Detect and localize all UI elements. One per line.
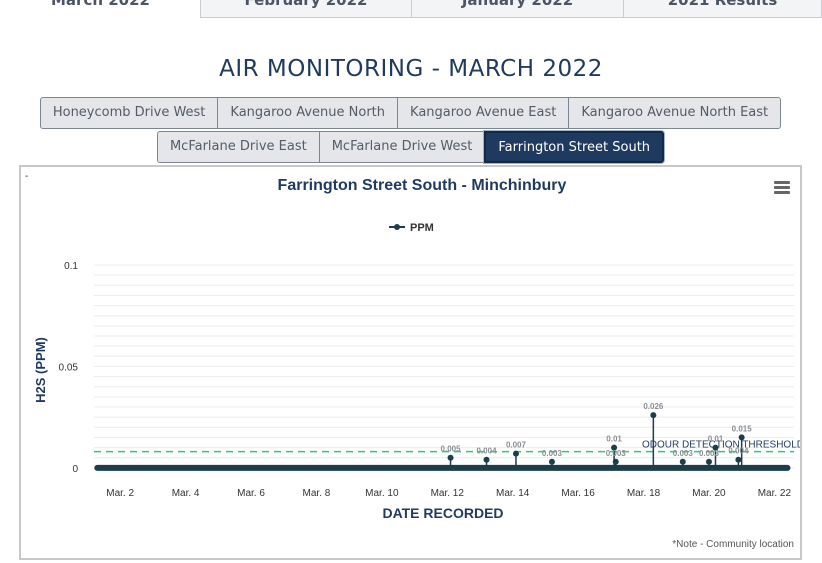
x-tick-label: Mar. 4 bbox=[172, 488, 200, 499]
chart-corner-mark: - bbox=[25, 171, 29, 182]
data-label: 0.01 bbox=[606, 435, 622, 444]
x-tick-label: Mar. 12 bbox=[431, 488, 465, 499]
location-button-row-2: McFarlane Drive East McFarlane Drive Wes… bbox=[0, 131, 822, 163]
data-point[interactable] bbox=[612, 458, 619, 465]
data-point[interactable] bbox=[705, 458, 712, 465]
h2s-chart: 0 0.05 0.1 Mar. 2 Mar. 4 Mar. 6 Mar. 8 Mar. 10 M… bbox=[33, 177, 804, 550]
data-label: 0.003 bbox=[673, 449, 694, 458]
page-title: AIR MONITORING - MARCH 2022 bbox=[219, 56, 603, 82]
x-tick-label: Mar. 20 bbox=[692, 488, 726, 499]
y-tick-label: 0.1 bbox=[64, 261, 78, 272]
x-tick-label: Mar. 2 bbox=[106, 488, 134, 499]
y-tick-label: 0.05 bbox=[59, 362, 79, 373]
chart-container: - 0 0.05 0.1 Mar. 2 Mar. 4 Mar. 6 Mar. 8 Mar. 1… bbox=[19, 165, 804, 560]
data-label: 0.015 bbox=[732, 424, 753, 433]
hamburger-menu-icon[interactable] bbox=[774, 181, 790, 195]
data-label: 0.026 bbox=[643, 402, 664, 411]
chart-title: Farrington Street South - Minchinbury bbox=[278, 177, 567, 194]
data-point[interactable] bbox=[447, 454, 454, 461]
data-label: 0.003 bbox=[699, 449, 720, 458]
data-label: 0.003 bbox=[542, 449, 563, 458]
data-label: 0.01 bbox=[708, 435, 724, 444]
legend-item-ppm[interactable]: PPM bbox=[410, 222, 434, 234]
location-button-row-1: Honeycomb Drive West Kangaroo Avenue Nor… bbox=[0, 97, 822, 129]
tab-2021-results[interactable]: 2021 Results bbox=[623, 0, 822, 18]
data-label: 0.005 bbox=[441, 445, 462, 454]
x-axis-label: DATE RECORDED bbox=[382, 505, 503, 521]
data-point[interactable] bbox=[512, 450, 519, 457]
x-tick-label: Mar. 10 bbox=[365, 488, 399, 499]
location-button-kangaroo-avenue-north-east[interactable]: Kangaroo Avenue North East bbox=[568, 97, 782, 129]
location-button-mcfarlane-drive-west[interactable]: McFarlane Drive West bbox=[318, 131, 486, 163]
data-point[interactable] bbox=[548, 458, 555, 465]
location-button-honeycomb-drive-west[interactable]: Honeycomb Drive West bbox=[39, 97, 219, 129]
x-tick-label: Mar. 14 bbox=[496, 488, 530, 499]
location-button-kangaroo-avenue-east[interactable]: Kangaroo Avenue East bbox=[397, 97, 570, 129]
data-point[interactable] bbox=[650, 412, 657, 419]
data-point[interactable] bbox=[679, 458, 686, 465]
tab-february-2022[interactable]: February 2022 bbox=[200, 0, 412, 18]
x-tick-label: Mar. 18 bbox=[627, 488, 661, 499]
data-point[interactable] bbox=[735, 456, 742, 463]
data-label: 0.004 bbox=[728, 447, 749, 456]
location-button-farrington-street-south[interactable]: Farrington Street South bbox=[484, 131, 665, 163]
location-button-mcfarlane-drive-east[interactable]: McFarlane Drive East bbox=[156, 131, 320, 163]
chart-legend[interactable]: PPM bbox=[389, 222, 434, 234]
tab-january-2022[interactable]: January 2022 bbox=[411, 0, 624, 18]
data-label: 0.004 bbox=[477, 447, 498, 456]
tab-march-2022[interactable]: March 2022 bbox=[0, 0, 201, 18]
month-tabs: March 2022 February 2022 January 2022 20… bbox=[0, 0, 822, 18]
data-point[interactable] bbox=[483, 456, 490, 463]
footnote: *Note - Community location bbox=[672, 539, 794, 550]
x-tick-label: Mar. 16 bbox=[561, 488, 595, 499]
x-tick-label: Mar. 8 bbox=[303, 488, 331, 499]
y-axis-label: H2S (PPM) bbox=[33, 337, 48, 403]
data-point[interactable] bbox=[738, 434, 745, 441]
x-tick-label: Mar. 6 bbox=[237, 488, 265, 499]
x-tick-label: Mar. 22 bbox=[758, 488, 792, 499]
location-button-kangaroo-avenue-north[interactable]: Kangaroo Avenue North bbox=[217, 97, 399, 129]
y-tick-label: 0 bbox=[72, 464, 78, 475]
data-label: 0.003 bbox=[606, 449, 627, 458]
data-label: 0.007 bbox=[506, 441, 527, 450]
